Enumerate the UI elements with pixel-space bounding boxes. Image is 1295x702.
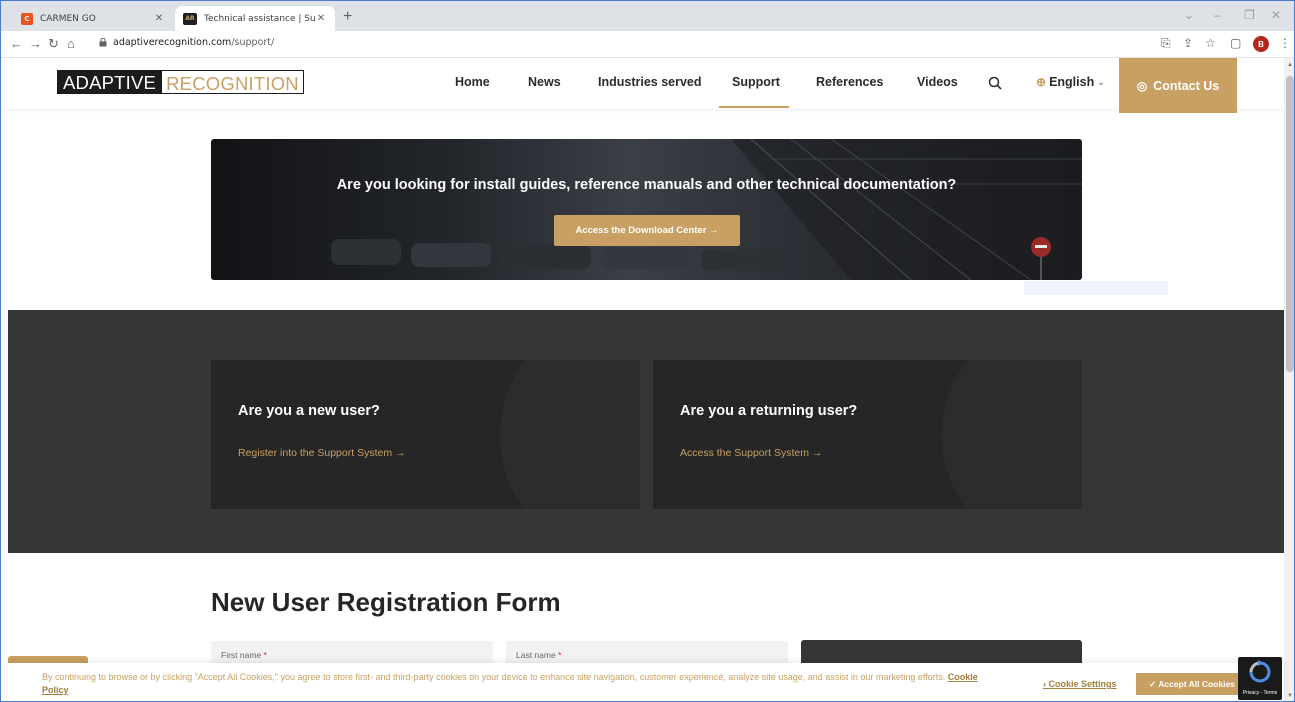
download-center-banner: Are you looking for install guides, refe…	[211, 139, 1082, 280]
download-center-button[interactable]: Access the Download Center →	[554, 215, 740, 246]
home-button[interactable]: ⌂	[67, 36, 75, 52]
cookie-message: By continuing to browse or by clicking "…	[42, 671, 982, 697]
site-logo[interactable]: ADAPTIVE RECOGNITION	[57, 70, 304, 94]
ar-logo-icon: AR	[183, 12, 197, 25]
first-name-label: First name *	[221, 650, 267, 660]
contact-us-label: Contact Us	[1153, 78, 1220, 93]
first-name-label-text: First name	[221, 650, 262, 660]
scroll-up-arrow-icon[interactable]: ▲	[1287, 62, 1293, 68]
cookie-text: By continuing to browse or by clicking "…	[42, 672, 946, 682]
last-name-label: Last name *	[516, 650, 561, 660]
star-icon[interactable]: ☆	[1205, 36, 1216, 50]
nav-support[interactable]: Support	[732, 75, 780, 89]
nav-news[interactable]: News	[528, 75, 561, 89]
new-user-card[interactable]: Are you a new user? Register into the Su…	[211, 360, 640, 509]
profile-avatar[interactable]: B	[1253, 36, 1269, 52]
page-scrollbar[interactable]: ▲ ▼	[1284, 58, 1294, 701]
support-options-section	[8, 310, 1284, 553]
tab-support[interactable]: AR Technical assistance | Support se ✕	[175, 6, 335, 31]
back-button[interactable]: ←	[10, 36, 23, 52]
cookie-settings-link[interactable]: › Cookie Settings	[1043, 679, 1117, 689]
returning-user-card[interactable]: Are you a returning user? Access the Sup…	[653, 360, 1082, 509]
required-mark: *	[263, 650, 267, 660]
scroll-thumb[interactable]	[1286, 76, 1294, 372]
cookie-consent-bar: By continuing to browse or by clicking "…	[8, 663, 1284, 701]
card-title: Are you a returning user?	[680, 403, 858, 419]
translate-icon[interactable]: ⎘	[1161, 36, 1171, 51]
recaptcha-badge[interactable]: Privacy - Terms	[1238, 657, 1282, 700]
contact-us-button[interactable]: ◎ Contact Us	[1119, 58, 1237, 113]
chevron-down-icon: ⌄	[1097, 76, 1105, 87]
scroll-down-arrow-icon[interactable]: ▼	[1287, 693, 1293, 699]
recaptcha-icon	[1249, 660, 1271, 683]
location-pin-icon: ◎	[1136, 78, 1148, 93]
browser-toolbar: ← → ↻ ⌂ adaptiverecognition.com/support/…	[1, 31, 1294, 58]
nav-industries-served[interactable]: Industries served	[598, 75, 702, 89]
close-window-button[interactable]: ✕	[1271, 8, 1281, 22]
language-label: English	[1049, 75, 1095, 89]
forward-button[interactable]: →	[29, 36, 42, 52]
tab-strip: C CARMEN GO ✕ AR Technical assistance | …	[1, 1, 1294, 31]
menu-icon[interactable]: ⋮	[1279, 36, 1291, 50]
card-decoration	[500, 360, 640, 509]
share-icon[interactable]: ⇪	[1183, 36, 1193, 50]
card-title: Are you a new user?	[238, 403, 380, 419]
reload-button[interactable]: ↻	[48, 36, 59, 52]
url-path: /support/	[231, 37, 275, 48]
card-decoration	[942, 360, 1082, 509]
faint-placeholder-box	[1024, 281, 1168, 295]
access-support-link[interactable]: Access the Support System →	[680, 447, 822, 459]
logo-part-1: ADAPTIVE	[57, 70, 163, 94]
lock-icon	[99, 38, 107, 47]
address-bar[interactable]: adaptiverecognition.com/support/	[113, 37, 274, 48]
restore-button[interactable]: ❐	[1244, 8, 1255, 22]
banner-title: Are you looking for install guides, refe…	[336, 177, 957, 193]
chevron-down-icon[interactable]: ⌄	[1184, 8, 1194, 22]
close-icon[interactable]: ✕	[153, 13, 165, 24]
required-mark: *	[558, 650, 562, 660]
tab-title: Technical assistance | Support se	[204, 13, 315, 24]
last-name-label-text: Last name	[516, 650, 556, 660]
close-icon[interactable]: ✕	[315, 13, 327, 24]
form-title: New User Registration Form	[211, 587, 561, 617]
url-domain: adaptiverecognition.com	[113, 37, 232, 48]
register-link[interactable]: Register into the Support System →	[238, 447, 406, 459]
carmen-logo-icon: C	[21, 12, 33, 25]
logo-part-2: RECOGNITION	[162, 70, 304, 94]
accept-all-cookies-button[interactable]: ✓ Accept All Cookies	[1136, 673, 1248, 695]
sidepanel-icon[interactable]: ▢	[1230, 36, 1241, 50]
search-icon[interactable]	[988, 76, 1002, 90]
site-header: ADAPTIVE RECOGNITION Home News Industrie…	[1, 58, 1284, 109]
nav-references[interactable]: References	[816, 75, 883, 89]
browser-window: C CARMEN GO ✕ AR Technical assistance | …	[0, 0, 1295, 702]
nav-home[interactable]: Home	[455, 75, 490, 89]
active-nav-indicator	[719, 106, 789, 108]
tab-carmen-go[interactable]: C CARMEN GO ✕	[13, 6, 173, 31]
minimize-button[interactable]: –	[1214, 8, 1221, 22]
nav-videos[interactable]: Videos	[917, 75, 958, 89]
globe-icon: ⊕	[1036, 75, 1047, 89]
recaptcha-label: Privacy - Terms	[1242, 690, 1278, 696]
language-selector[interactable]: ⊕ English ⌄	[1036, 75, 1105, 89]
new-tab-button[interactable]: +	[343, 9, 352, 25]
tab-title: CARMEN GO	[40, 13, 96, 24]
banner-background-image	[331, 139, 1082, 280]
